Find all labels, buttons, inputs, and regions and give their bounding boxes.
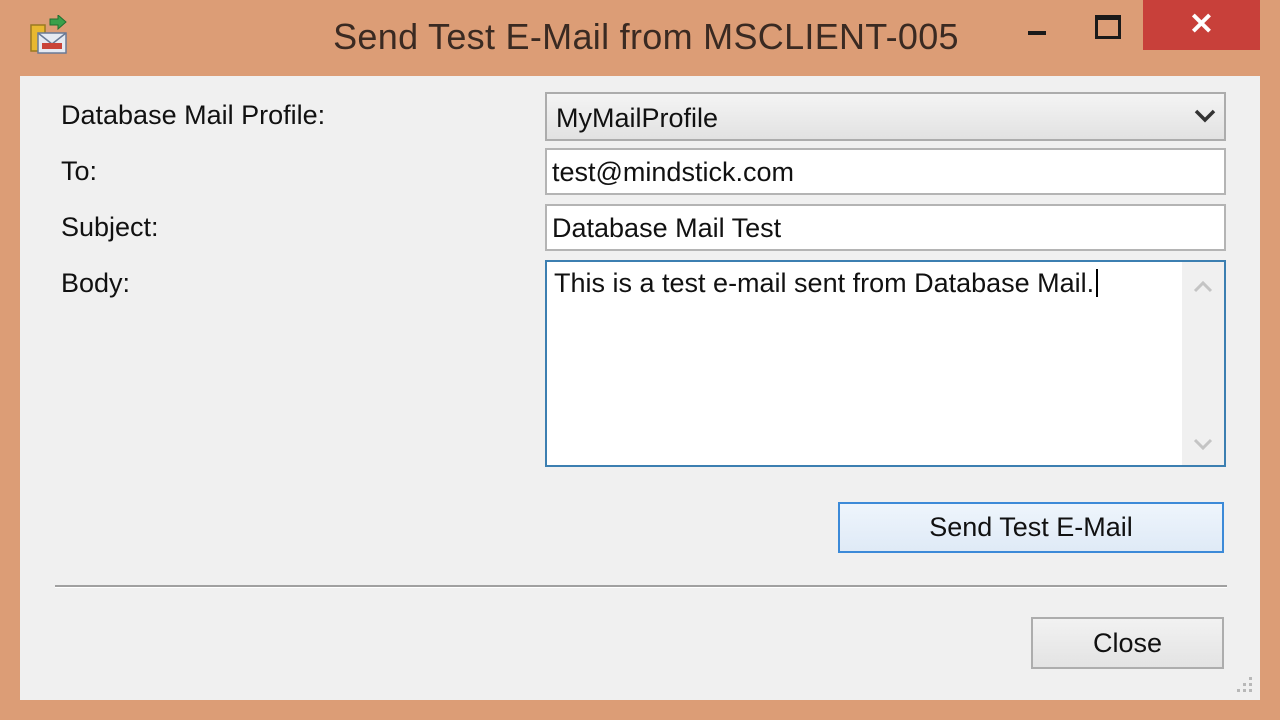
to-label: To: bbox=[61, 156, 98, 186]
close-window-button[interactable]: ✕ bbox=[1143, 0, 1260, 50]
close-button[interactable]: Close bbox=[1031, 617, 1224, 669]
send-test-email-button[interactable]: Send Test E-Mail bbox=[838, 502, 1224, 553]
dialog-client-area: Database Mail Profile: MyMailProfile To:… bbox=[20, 76, 1260, 700]
body-scrollbar[interactable] bbox=[1182, 262, 1224, 465]
dialog-window: Send Test E-Mail from MSCLIENT-005 ✕ Dat… bbox=[0, 0, 1280, 720]
to-field[interactable]: test@mindstick.com bbox=[545, 148, 1226, 195]
profile-label: Database Mail Profile: bbox=[61, 100, 326, 130]
subject-label: Subject: bbox=[61, 212, 159, 242]
body-label: Body: bbox=[61, 268, 131, 298]
maximize-button[interactable] bbox=[1080, 0, 1134, 50]
subject-field[interactable]: Database Mail Test bbox=[545, 204, 1226, 251]
body-value: This is a test e-mail sent from Database… bbox=[554, 268, 1099, 299]
profile-dropdown[interactable]: MyMailProfile bbox=[545, 92, 1226, 141]
subject-value: Database Mail Test bbox=[552, 213, 782, 243]
to-value: test@mindstick.com bbox=[552, 157, 794, 187]
minimize-button[interactable] bbox=[1010, 0, 1064, 50]
separator bbox=[55, 585, 1227, 588]
close-icon: ✕ bbox=[1188, 8, 1215, 41]
profile-selected-value: MyMailProfile bbox=[556, 103, 719, 133]
text-caret bbox=[1096, 269, 1099, 297]
minimize-icon bbox=[1028, 31, 1046, 35]
chevron-down-icon[interactable] bbox=[1192, 437, 1214, 451]
title-bar[interactable]: Send Test E-Mail from MSCLIENT-005 ✕ bbox=[0, 0, 1280, 76]
chevron-up-icon[interactable] bbox=[1192, 280, 1214, 294]
maximize-icon bbox=[1095, 15, 1121, 39]
chevron-down-icon bbox=[1194, 109, 1216, 123]
body-textarea[interactable]: This is a test e-mail sent from Database… bbox=[545, 260, 1226, 467]
resize-grip-icon[interactable] bbox=[1232, 672, 1254, 694]
body-text: This is a test e-mail sent from Database… bbox=[554, 268, 1095, 298]
